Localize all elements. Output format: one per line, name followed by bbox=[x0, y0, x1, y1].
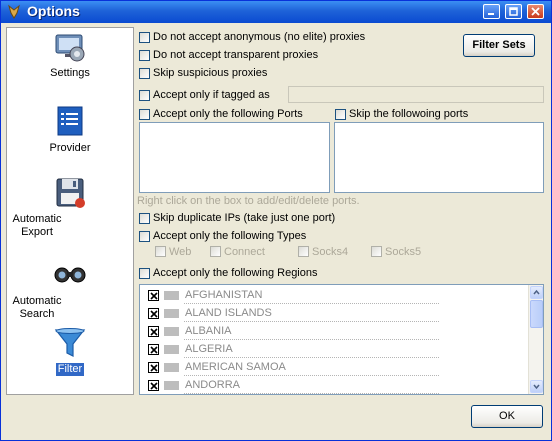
skip-duplicate-checkbox[interactable] bbox=[139, 213, 150, 224]
type-socks4-checkbox[interactable] bbox=[298, 246, 309, 257]
ok-button[interactable]: OK bbox=[471, 405, 543, 428]
minimize-button[interactable] bbox=[483, 4, 500, 19]
region-checkbox[interactable] bbox=[148, 326, 159, 337]
accept-ports-label: Accept only the following Ports bbox=[153, 108, 303, 120]
scroll-thumb[interactable] bbox=[530, 300, 543, 328]
type-web-checkbox[interactable] bbox=[155, 246, 166, 257]
skip-duplicate-label: Skip duplicate IPs (take just one port) bbox=[153, 212, 336, 224]
list-item[interactable]: ALAND ISLANDS bbox=[140, 305, 440, 323]
scroll-up-button[interactable] bbox=[530, 286, 543, 299]
sidebar-item-filter[interactable]: Filter bbox=[7, 326, 133, 376]
close-icon bbox=[531, 7, 540, 16]
region-name: ALGERIA bbox=[185, 343, 233, 355]
sidebar-item-automatic-export[interactable]: Automatic Export bbox=[7, 176, 133, 239]
title-bar[interactable]: Options bbox=[1, 1, 551, 23]
accept-ports-checkbox[interactable] bbox=[139, 109, 150, 120]
regions-scrollbar[interactable] bbox=[528, 285, 543, 394]
list-item[interactable]: ALGERIA bbox=[140, 341, 440, 359]
type-socks4-label: Socks4 bbox=[312, 246, 349, 258]
region-name: ANDORRA bbox=[185, 379, 241, 391]
region-name: AFGHANISTAN bbox=[185, 289, 263, 301]
sidebar-item-label: Provider bbox=[49, 142, 91, 154]
sidebar-item-settings[interactable]: Settings bbox=[7, 30, 133, 80]
regions-list[interactable]: AFGHANISTAN ALAND ISLANDS ALBANIA ALGERI… bbox=[139, 284, 544, 395]
type-web-label: Web bbox=[169, 246, 192, 258]
skip-ports-label: Skip the followoing ports bbox=[349, 108, 469, 120]
sidebar-item-label: Automatic Search bbox=[12, 295, 62, 320]
sidebar-item-label: Settings bbox=[50, 67, 90, 79]
tagged-as-checkbox[interactable] bbox=[139, 90, 150, 101]
sidebar-item-automatic-search[interactable]: Automatic Search bbox=[7, 258, 133, 321]
list-item[interactable]: ANDORRA bbox=[140, 377, 440, 394]
floppy-icon bbox=[56, 178, 85, 208]
chevron-down-icon bbox=[533, 384, 540, 390]
list-item[interactable]: AFGHANISTAN bbox=[140, 287, 440, 305]
tagged-as-input[interactable] bbox=[288, 86, 544, 103]
sidebar-item-label: Automatic Export bbox=[12, 213, 62, 238]
type-socks5-label: Socks5 bbox=[385, 246, 422, 258]
flag-icon bbox=[164, 345, 179, 354]
region-name: ALBANIA bbox=[185, 325, 232, 337]
flag-icon bbox=[164, 363, 179, 372]
no-anonymous-checkbox[interactable] bbox=[139, 32, 150, 43]
region-checkbox[interactable] bbox=[148, 362, 159, 373]
accept-types-label: Accept only the following Types bbox=[153, 230, 307, 242]
skip-suspicious-label: Skip suspicious proxies bbox=[153, 67, 268, 79]
sidebar: Settings Provider Automatic Export Autom… bbox=[6, 27, 134, 395]
minimize-icon bbox=[488, 13, 494, 15]
flag-icon bbox=[164, 327, 179, 336]
window-title: Options bbox=[27, 3, 80, 19]
type-connect-checkbox[interactable] bbox=[210, 246, 221, 257]
maximize-button[interactable] bbox=[505, 4, 522, 19]
no-transparent-label: Do not accept transparent proxies bbox=[153, 49, 319, 61]
flag-icon bbox=[164, 381, 179, 390]
skip-ports-checkbox[interactable] bbox=[335, 109, 346, 120]
chevron-up-icon bbox=[533, 289, 540, 295]
skip-ports-box[interactable] bbox=[334, 122, 544, 193]
list-item[interactable]: ALBANIA bbox=[140, 323, 440, 341]
ports-hint: Right click on the box to add/edit/delet… bbox=[137, 195, 360, 207]
maximize-icon bbox=[509, 7, 518, 16]
skip-suspicious-checkbox[interactable] bbox=[139, 68, 150, 79]
region-name: AMERICAN SAMOA bbox=[185, 361, 286, 373]
region-checkbox[interactable] bbox=[148, 308, 159, 319]
accept-regions-label: Accept only the following Regions bbox=[153, 267, 318, 279]
tagged-as-label: Accept only if tagged as bbox=[153, 89, 270, 101]
no-anonymous-label: Do not accept anonymous (no elite) proxi… bbox=[153, 31, 366, 43]
no-transparent-checkbox[interactable] bbox=[139, 50, 150, 61]
flag-icon bbox=[164, 291, 179, 300]
flag-icon bbox=[164, 309, 179, 318]
region-name: ALAND ISLANDS bbox=[185, 307, 272, 319]
filter-sets-button[interactable]: Filter Sets bbox=[463, 34, 535, 57]
funnel-icon bbox=[54, 328, 86, 357]
close-button[interactable] bbox=[527, 4, 544, 19]
accept-ports-box[interactable] bbox=[139, 122, 330, 193]
type-socks5-checkbox[interactable] bbox=[371, 246, 382, 257]
settings-icon bbox=[55, 34, 85, 62]
options-window: Options Settings Provider Automatic Expo… bbox=[0, 0, 552, 441]
binoculars-icon bbox=[54, 267, 86, 283]
provider-icon bbox=[57, 106, 83, 136]
list-item[interactable]: AMERICAN SAMOA bbox=[140, 359, 440, 377]
scroll-down-button[interactable] bbox=[530, 380, 543, 393]
accept-types-checkbox[interactable] bbox=[139, 231, 150, 242]
region-checkbox[interactable] bbox=[148, 380, 159, 391]
type-connect-label: Connect bbox=[224, 246, 265, 258]
sidebar-item-label: Filter bbox=[55, 363, 85, 376]
region-checkbox[interactable] bbox=[148, 344, 159, 355]
accept-regions-checkbox[interactable] bbox=[139, 268, 150, 279]
app-icon bbox=[8, 4, 20, 19]
region-checkbox[interactable] bbox=[148, 290, 159, 301]
filter-panel: Do not accept anonymous (no elite) proxi… bbox=[137, 27, 547, 397]
sidebar-item-provider[interactable]: Provider bbox=[7, 105, 133, 155]
